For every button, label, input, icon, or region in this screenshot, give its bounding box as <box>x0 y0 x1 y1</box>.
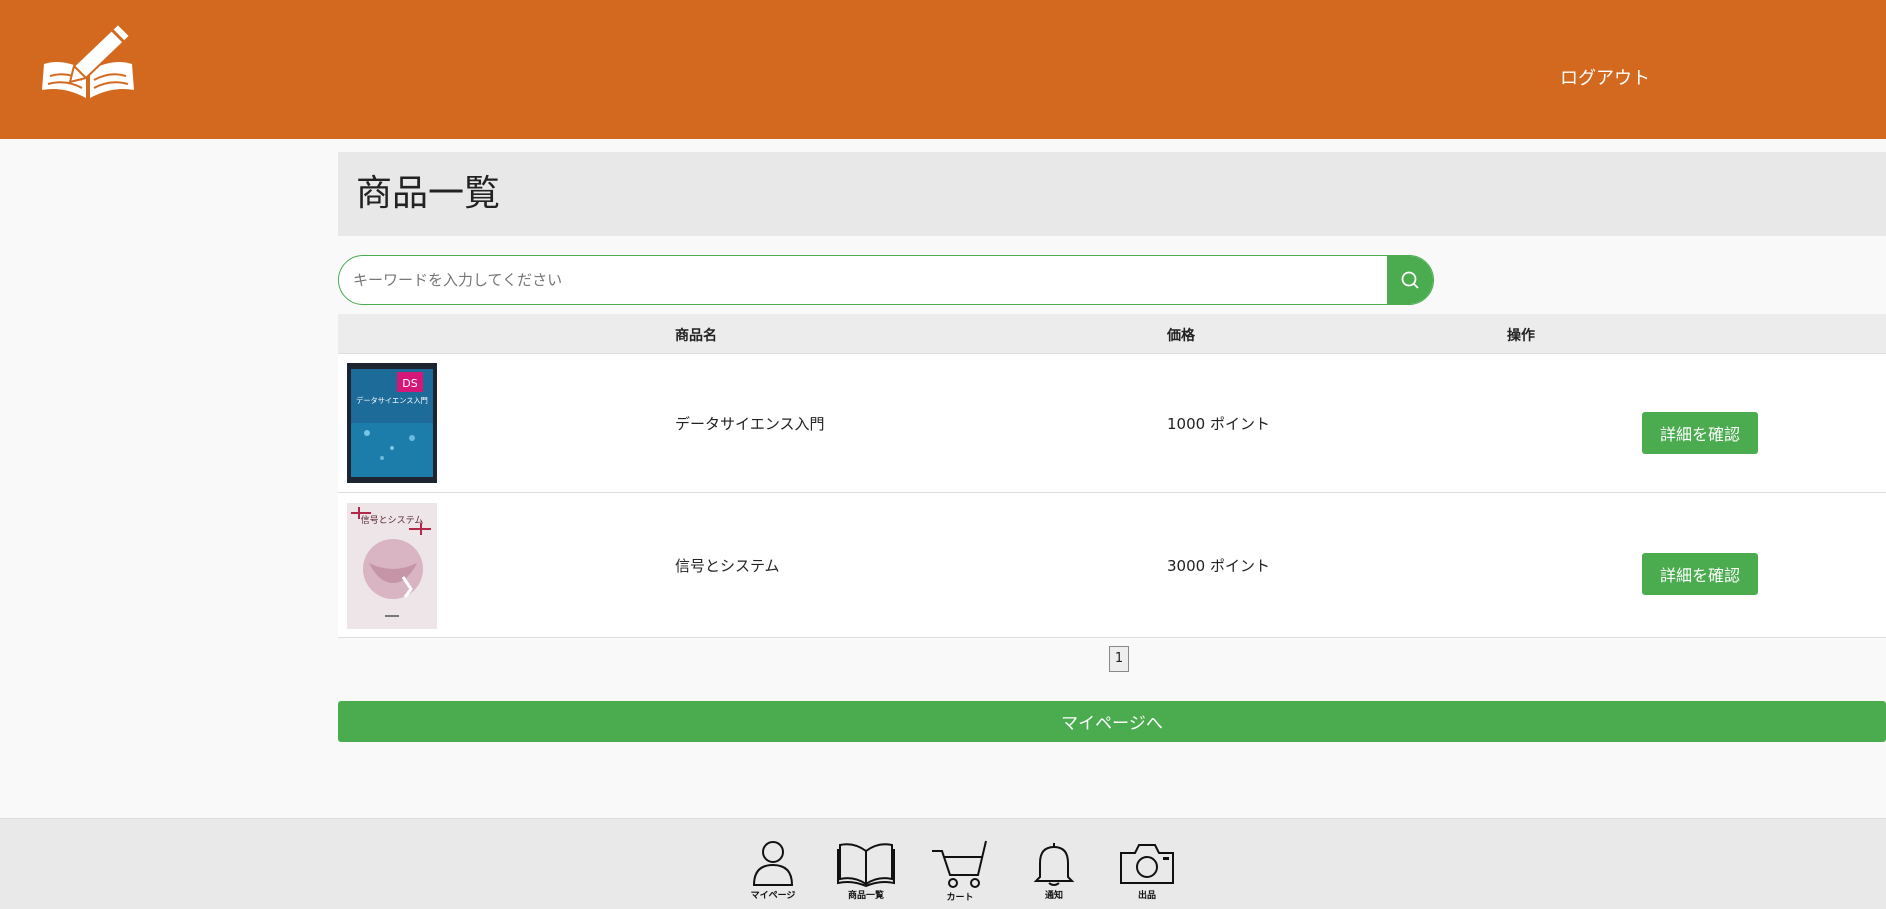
footer-nav: マイページ 商品一覧 カート 通知 出品 <box>0 818 1886 909</box>
svg-text:データサイエンス入門: データサイエンス入門 <box>356 396 428 405</box>
nav-label: 商品一覧 <box>847 891 884 901</box>
product-price: 3000 ポイント <box>1167 557 1270 575</box>
camera-icon <box>1120 844 1174 884</box>
user-icon <box>752 841 794 886</box>
book-icon <box>837 843 895 887</box>
title-bar: 商品一覧 <box>338 152 1886 236</box>
search-box <box>338 255 1434 305</box>
product-thumbnail[interactable]: 信号とシステム <box>347 503 437 629</box>
table-row: 信号とシステム 信号とシステム 3000 ポイント 詳細を確認 <box>338 493 1886 638</box>
pagination: 1 <box>338 637 1886 672</box>
cart-icon <box>932 840 987 888</box>
mypage-button[interactable]: マイページへ <box>338 701 1886 742</box>
page-number[interactable]: 1 <box>1109 646 1129 672</box>
nav-item-notifications[interactable]: 通知 <box>1019 839 1089 905</box>
product-name: データサイエンス入門 <box>675 415 825 433</box>
table-row: DS データサイエンス入門 データサイエンス入門 1000 ポイント 詳細を確認 <box>338 354 1886 493</box>
nav-label: マイページ <box>750 891 796 901</box>
page-title: 商品一覧 <box>356 173 501 214</box>
search-icon <box>1401 271 1419 289</box>
column-header-action: 操作 <box>1507 328 1535 344</box>
column-header-name: 商品名 <box>675 328 717 344</box>
nav-label: 通知 <box>1044 891 1063 901</box>
nav-label: カート <box>946 893 974 903</box>
main-content: 商品一覧 商品名 価格 操作 <box>338 152 1886 742</box>
header: ログアウト <box>0 0 1886 139</box>
column-header-price: 価格 <box>1167 328 1195 344</box>
bell-icon <box>1033 843 1075 886</box>
table-header: 商品名 価格 操作 <box>338 314 1886 354</box>
detail-button[interactable]: 詳細を確認 <box>1642 412 1758 454</box>
nav-item-cart[interactable]: カート <box>925 839 995 905</box>
detail-button[interactable]: 詳細を確認 <box>1642 553 1758 595</box>
product-thumbnail[interactable]: DS データサイエンス入門 <box>347 363 437 483</box>
nav-item-sell[interactable]: 出品 <box>1112 839 1182 905</box>
svg-text:DS: DS <box>402 377 417 390</box>
search-button[interactable] <box>1387 256 1433 304</box>
product-name: 信号とシステム <box>675 557 780 575</box>
product-table: 商品名 価格 操作 DS データサイエンス入門 データサイエンス入門 1000 … <box>338 314 1886 638</box>
nav-item-mypage[interactable]: マイページ <box>738 839 808 905</box>
product-price: 1000 ポイント <box>1167 415 1270 433</box>
logout-link[interactable]: ログアウト <box>1560 64 1650 90</box>
book-pencil-icon[interactable] <box>38 18 138 100</box>
search-input[interactable] <box>339 256 1387 304</box>
svg-text:信号とシステム: 信号とシステム <box>361 514 424 526</box>
nav-label: 出品 <box>1137 891 1156 901</box>
nav-item-products[interactable]: 商品一覧 <box>831 839 901 905</box>
